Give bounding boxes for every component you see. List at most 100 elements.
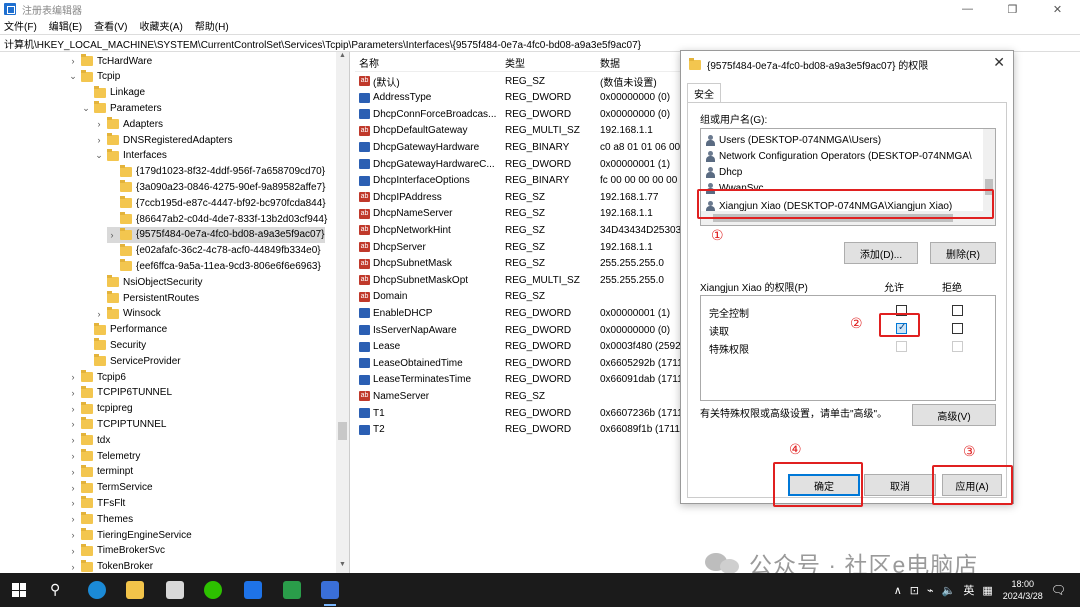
user-list-item[interactable]: Dhcp — [705, 164, 742, 180]
chevron-right-icon[interactable]: › — [68, 372, 78, 382]
tree-item[interactable]: › {9575f484-0e7a-4fc0-bd08-a9a3e5f9ac07} — [107, 226, 325, 243]
maximize-button[interactable]: ❐ — [990, 0, 1035, 18]
tree-item[interactable]: Linkage — [81, 85, 145, 101]
value-row[interactable]: ab DhcpSubnetMask REG_SZ 255.255.255.0 — [355, 256, 680, 272]
tree-item[interactable]: › TCPIPTUNNEL — [68, 416, 166, 432]
menu-help[interactable]: 帮助(H) — [195, 18, 229, 33]
scroll-thumb[interactable] — [338, 422, 347, 440]
value-row[interactable]: DhcpGatewayHardware REG_BINARY c0 a8 01 01… — [355, 139, 680, 155]
chevron-right-icon[interactable]: › — [68, 404, 78, 414]
chevron-right-icon[interactable]: › — [68, 451, 78, 461]
chevron-right-icon[interactable]: › — [68, 530, 78, 540]
clock[interactable]: 18:00 2024/3/28 — [1003, 578, 1043, 602]
chevron-right-icon[interactable]: › — [68, 435, 78, 445]
tree-item[interactable]: ServiceProvider — [81, 353, 181, 369]
cancel-button[interactable]: 取消 — [864, 474, 936, 496]
tree-item[interactable]: › Adapters — [94, 116, 163, 132]
value-row[interactable]: T1 REG_DWORD 0x6607236b (1711 — [355, 405, 680, 421]
menu-file[interactable]: 文件(F) — [4, 18, 37, 33]
tab-security[interactable]: 安全 — [687, 83, 721, 103]
green-app-icon[interactable] — [283, 581, 301, 599]
value-row[interactable]: ab DhcpDefaultGateway REG_MULTI_SZ 192.168.… — [355, 123, 680, 139]
regedit-taskbar-icon[interactable] — [321, 581, 339, 606]
blue-app-icon[interactable] — [244, 581, 262, 599]
input-language-indicator[interactable]: 英 — [963, 582, 974, 598]
tree-item[interactable]: › TCPIP6TUNNEL — [68, 385, 172, 401]
scroll-down-arrow-icon[interactable]: ▼ — [336, 561, 349, 573]
close-button[interactable]: ✕ — [1035, 0, 1080, 18]
value-row[interactable]: LeaseObtainedTime REG_DWORD 0x6605292b (17… — [355, 355, 680, 371]
tree-item[interactable]: › terminpt — [68, 464, 133, 480]
value-row[interactable]: ab DhcpNetworkHint REG_SZ 34D43434D25303 — [355, 222, 680, 238]
column-data-header[interactable]: 数据 — [600, 55, 680, 70]
chevron-down-icon[interactable]: ⌄ — [81, 103, 91, 114]
tree-item[interactable]: {179d1023-8f32-4ddf-956f-7a658709cd70} — [107, 164, 325, 180]
scroll-up-arrow-icon[interactable]: ▲ — [336, 52, 349, 64]
remove-user-button[interactable]: 删除(R) — [930, 242, 996, 264]
chevron-right-icon[interactable]: › — [68, 56, 78, 66]
ime-grid-icon[interactable]: ▦ — [982, 584, 992, 597]
chevron-right-icon[interactable]: › — [68, 498, 78, 508]
tree-item[interactable]: {86647ab2-c04d-4de7-833f-13b2d03cf944} — [107, 211, 327, 227]
chevron-right-icon[interactable]: › — [107, 230, 117, 240]
tree-item[interactable]: › TieringEngineService — [68, 527, 192, 543]
menu-view[interactable]: 查看(V) — [94, 18, 127, 33]
tree-item[interactable]: › TokenBroker — [68, 559, 153, 573]
chevron-down-icon[interactable]: ⌄ — [68, 71, 78, 82]
tree-item[interactable]: {eef6ffca-9a5a-11ea-9cd3-806e6f6e6963} — [107, 258, 321, 274]
wechat-icon[interactable] — [204, 581, 222, 599]
value-row[interactable]: IsServerNapAware REG_DWORD 0x00000000 (0) — [355, 322, 680, 338]
tree-item[interactable]: › TFsFlt — [68, 495, 125, 511]
value-row[interactable]: EnableDHCP REG_DWORD 0x00000001 (1) — [355, 305, 680, 321]
notification-icon[interactable]: 🗨 — [1051, 583, 1066, 597]
chevron-right-icon[interactable]: › — [94, 135, 104, 145]
windows-start-icon[interactable] — [12, 583, 26, 597]
column-name-header[interactable]: 名称 — [359, 55, 499, 70]
tree-item[interactable]: Performance — [81, 322, 167, 338]
tree-item[interactable]: › TermService — [68, 480, 153, 496]
value-row[interactable]: DhcpInterfaceOptions REG_BINARY fc 00 00 0… — [355, 173, 680, 189]
file-explorer-icon[interactable] — [126, 581, 144, 599]
column-type-header[interactable]: 类型 — [505, 55, 525, 70]
tree-item[interactable]: PersistentRoutes — [94, 290, 199, 306]
deny-checkbox[interactable] — [952, 323, 963, 334]
advanced-button[interactable]: 高级(V) — [912, 404, 996, 426]
value-row[interactable]: ab DhcpSubnetMaskOpt REG_MULTI_SZ 255.255.2… — [355, 272, 680, 288]
chevron-right-icon[interactable]: › — [68, 388, 78, 398]
user-list-item[interactable]: Users (DESKTOP-074NMGA\Users) — [705, 132, 881, 148]
tree-item[interactable]: › tdx — [68, 432, 110, 448]
menu-favorites[interactable]: 收藏夹(A) — [139, 18, 182, 33]
tree-item[interactable]: {3a090a23-0846-4275-90ef-9a89582affe7} — [107, 179, 325, 195]
tree-item[interactable]: ⌄ Parameters — [81, 100, 162, 116]
value-row[interactable]: ab (默认) REG_SZ (数值未设置) — [355, 73, 680, 89]
minimize-button[interactable]: — — [945, 0, 990, 18]
tree-item[interactable]: Security — [81, 337, 146, 353]
value-row[interactable]: T2 REG_DWORD 0x66089f1b (1711 — [355, 422, 680, 438]
chevron-right-icon[interactable]: › — [94, 309, 104, 319]
tree-item[interactable]: › Winsock — [94, 306, 161, 322]
chevron-right-icon[interactable]: › — [68, 419, 78, 429]
app-window-icon[interactable] — [166, 581, 184, 599]
value-row[interactable]: DhcpGatewayHardwareC... REG_DWORD 0x000000… — [355, 156, 680, 172]
network-icon[interactable]: ⌁ — [927, 584, 934, 597]
tree-item[interactable]: › DNSRegisteredAdapters — [94, 132, 233, 148]
dialog-close-icon[interactable]: ✕ — [993, 54, 1005, 71]
value-row[interactable]: ab NameServer REG_SZ — [355, 388, 680, 404]
tray-overflow-icon[interactable]: ∧ — [894, 584, 902, 597]
value-row[interactable]: DhcpConnForceBroadcas... REG_DWORD 0x00000… — [355, 106, 680, 122]
chevron-right-icon[interactable]: › — [68, 562, 78, 572]
tree-item[interactable]: NsiObjectSecurity — [94, 274, 202, 290]
deny-checkbox[interactable] — [952, 305, 963, 316]
tree-item[interactable]: ⌄ Interfaces — [94, 148, 167, 164]
value-row[interactable]: Lease REG_DWORD 0x0003f480 (2592 — [355, 339, 680, 355]
value-row[interactable]: ab DhcpIPAddress REG_SZ 192.168.1.77 — [355, 189, 680, 205]
add-user-button[interactable]: 添加(D)... — [844, 242, 918, 264]
tree-item[interactable]: {7ccb195d-e87c-4447-bf92-bc970fcda844} — [107, 195, 326, 211]
chevron-right-icon[interactable]: › — [68, 546, 78, 556]
tree-item[interactable]: › tcpipreg — [68, 401, 133, 417]
tree-item[interactable]: › TcHardWare — [68, 53, 152, 69]
chevron-right-icon[interactable]: › — [68, 514, 78, 524]
value-row[interactable]: AddressType REG_DWORD 0x00000000 (0) — [355, 90, 680, 106]
tree-item[interactable]: ⌄ Tcpip — [68, 69, 120, 85]
chevron-down-icon[interactable]: ⌄ — [94, 150, 104, 161]
